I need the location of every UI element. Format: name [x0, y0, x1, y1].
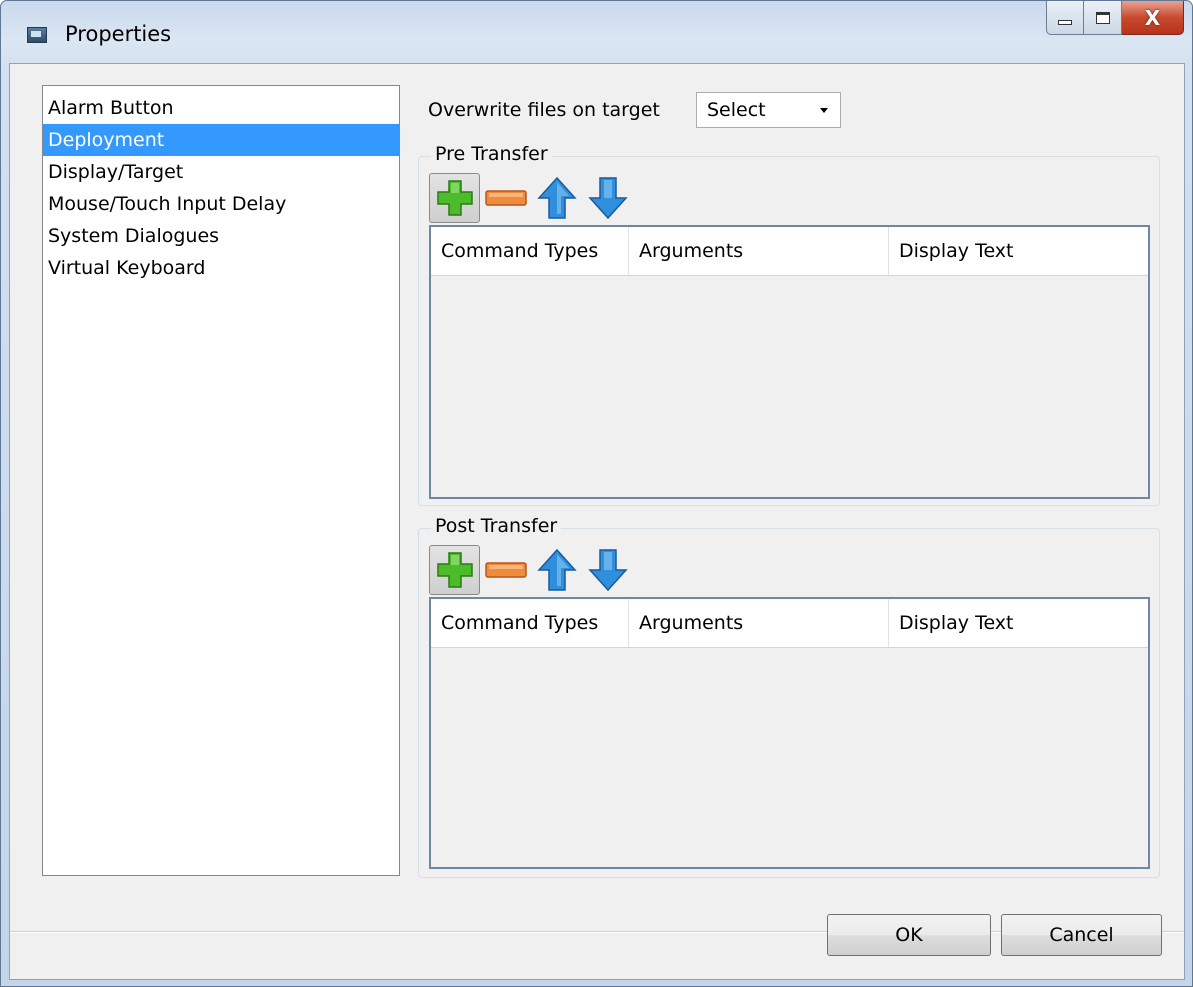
pre-transfer-group: Pre Transfer Command Types Arguments Dis…: [418, 143, 1160, 506]
column-header-display-text[interactable]: Display Text: [889, 599, 1148, 647]
post-transfer-group: Post Transfer Command Types Arguments Di…: [418, 515, 1160, 878]
column-header-display-text[interactable]: Display Text: [889, 227, 1148, 275]
move-down-icon: [587, 177, 628, 220]
post-remove-button[interactable]: [480, 545, 531, 595]
move-up-icon: [536, 548, 577, 591]
maximize-button[interactable]: [1084, 1, 1122, 35]
column-header-command-types[interactable]: Command Types: [431, 599, 629, 647]
remove-icon: [484, 190, 527, 206]
overwrite-files-select[interactable]: Select: [696, 92, 841, 128]
pre-transfer-grid[interactable]: Command Types Arguments Display Text: [429, 225, 1150, 499]
move-up-icon: [536, 176, 577, 219]
post-move-up-button[interactable]: [531, 545, 582, 595]
window-title: Properties: [65, 22, 172, 46]
pre-transfer-grid-header: Command Types Arguments Display Text: [431, 227, 1148, 276]
column-header-arguments[interactable]: Arguments: [629, 599, 889, 647]
close-icon: X: [1144, 5, 1161, 30]
category-item-mouse-touch-input-delay[interactable]: Mouse/Touch Input Delay: [43, 188, 399, 220]
cancel-button[interactable]: Cancel: [1001, 914, 1162, 956]
dropdown-arrow-icon: [820, 108, 828, 113]
category-item-deployment[interactable]: Deployment: [43, 124, 399, 156]
post-transfer-title: Post Transfer: [431, 515, 562, 537]
post-move-down-button[interactable]: [582, 545, 633, 595]
pre-move-down-button[interactable]: [582, 173, 633, 223]
category-item-virtual-keyboard[interactable]: Virtual Keyboard: [43, 252, 399, 284]
pre-transfer-toolbar: [429, 173, 633, 223]
add-icon: [436, 180, 473, 216]
column-header-arguments[interactable]: Arguments: [629, 227, 889, 275]
move-down-icon: [587, 549, 628, 592]
category-item-system-dialogues[interactable]: System Dialogues: [43, 220, 399, 252]
add-icon: [436, 552, 473, 588]
remove-icon: [484, 562, 527, 578]
post-transfer-toolbar: [429, 545, 633, 595]
app-icon: [27, 27, 47, 43]
category-item-alarm-button[interactable]: Alarm Button: [43, 92, 399, 124]
maximize-icon: [1095, 11, 1110, 24]
column-header-command-types[interactable]: Command Types: [431, 227, 629, 275]
ok-button[interactable]: OK: [827, 914, 991, 956]
close-button[interactable]: X: [1122, 1, 1184, 35]
properties-window: Properties X Alarm Button Deployment Dis…: [0, 0, 1193, 987]
post-transfer-grid-header: Command Types Arguments Display Text: [431, 599, 1148, 648]
post-transfer-grid[interactable]: Command Types Arguments Display Text: [429, 597, 1150, 869]
pre-remove-button[interactable]: [480, 173, 531, 223]
minimize-icon: [1058, 20, 1072, 25]
window-controls: X: [1046, 1, 1184, 37]
category-item-display-target[interactable]: Display/Target: [43, 156, 399, 188]
post-add-button[interactable]: [429, 545, 480, 595]
pre-move-up-button[interactable]: [531, 173, 582, 223]
dialog-client-area: Alarm Button Deployment Display/Target M…: [9, 63, 1185, 980]
pre-transfer-title: Pre Transfer: [431, 143, 552, 165]
overwrite-files-value: Select: [707, 99, 766, 121]
overwrite-files-label: Overwrite files on target: [428, 99, 660, 121]
minimize-button[interactable]: [1046, 1, 1084, 35]
category-list[interactable]: Alarm Button Deployment Display/Target M…: [42, 85, 400, 876]
pre-add-button[interactable]: [429, 173, 480, 223]
